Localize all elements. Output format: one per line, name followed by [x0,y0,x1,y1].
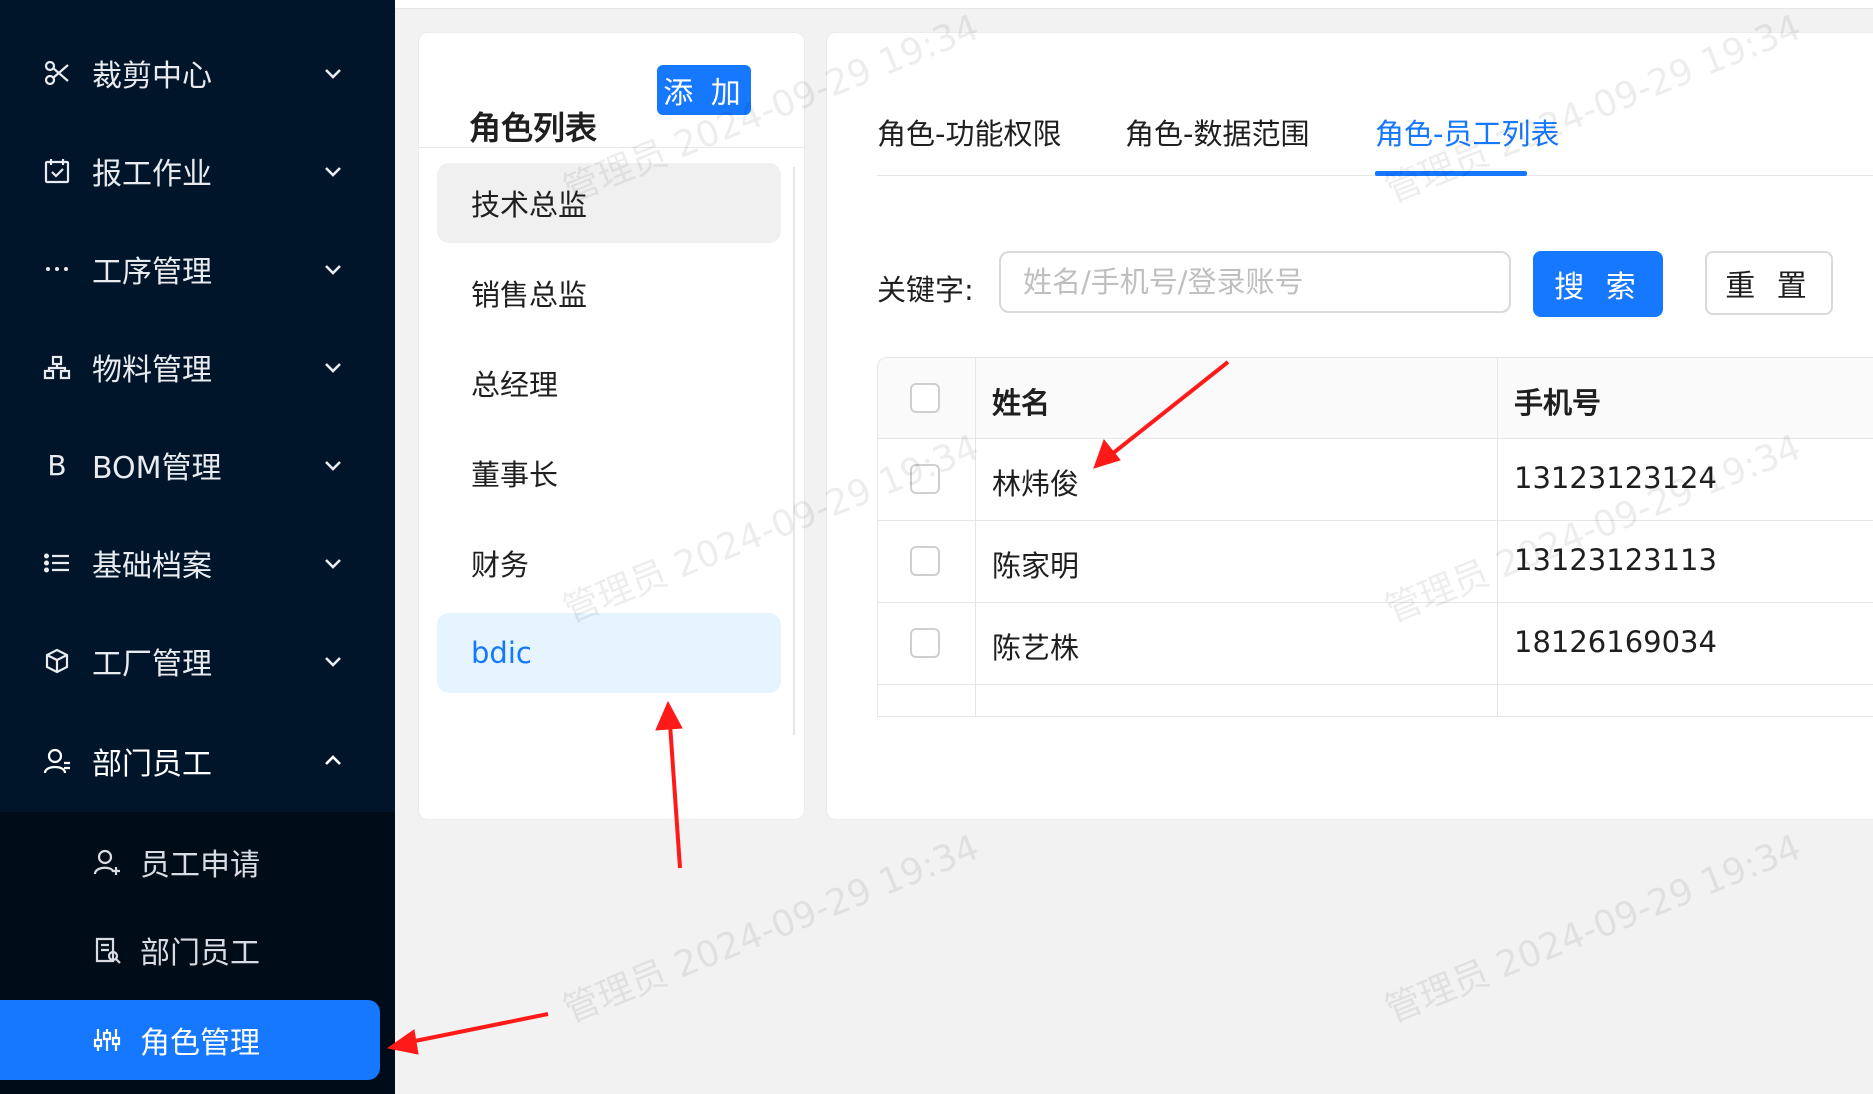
role-list-panel: 角色列表 添 加 技术总监 销售总监 总经理 董事长 财务 bdic [418,32,805,820]
cell-phone: 18126169034 [1514,625,1717,659]
table-row[interactable]: 林炜俊 13123123124 [878,439,1873,521]
scissors-icon [42,58,72,88]
add-role-button[interactable]: 添 加 [657,65,751,115]
role-item-label: 财务 [471,548,530,582]
letter-b-icon: B [47,448,67,482]
sidebar-item-dept-staff[interactable]: 部门员工 [0,712,395,810]
cell-phone: 13123123113 [1514,543,1717,577]
role-item[interactable]: 总经理 [437,343,781,423]
sidebar-subitem-role-management[interactable]: 角色管理 [0,1000,380,1080]
cell-phone: 13123123124 [1514,461,1717,495]
role-item[interactable]: 财务 [437,523,781,603]
column-header-name: 姓名 [992,386,1051,420]
role-item-label: 总经理 [471,368,559,402]
sidebar-item-process[interactable]: 工序管理 [0,220,395,318]
chevron-down-icon [325,363,341,373]
sidebar: 裁剪中心 报工作业 工序管理 物料管理 B BOM管理 基础档案 工厂管理 部门… [0,0,395,1094]
sidebar-item-label: 部门员工 [92,747,212,782]
top-header-strip [395,0,1873,9]
cube-icon [42,646,72,676]
row-checkbox[interactable] [910,464,940,494]
keyword-search-input[interactable] [999,251,1511,313]
watermark: 管理员 2024-09-29 19:34 [1379,827,1807,1032]
role-item-label: bdic [471,636,532,670]
sidebar-subitem-label: 部门员工 [140,936,260,971]
role-detail-panel: 角色-功能权限 角色-数据范围 角色-员工列表 关键字: 搜 索 重 置 姓名 … [826,32,1873,820]
sidebar-item-bom[interactable]: B BOM管理 [0,416,395,514]
role-item-label: 董事长 [471,458,559,492]
calendar-check-icon [42,156,72,186]
table-header: 姓名 手机号 [878,358,1873,439]
contact-card-icon [92,935,122,965]
sidebar-item-work-report[interactable]: 报工作业 [0,122,395,220]
column-divider [975,358,976,716]
chevron-down-icon [325,559,341,569]
sliders-icon [92,1025,122,1055]
user-icon [42,746,72,776]
sidebar-item-label: 报工作业 [92,157,212,192]
sidebar-subitem-label: 角色管理 [140,1026,260,1061]
sidebar-item-label: 基础档案 [92,549,212,584]
cell-name: 陈艺株 [992,631,1080,665]
column-header-phone: 手机号 [1514,386,1602,420]
sidebar-subitem-staff-apply[interactable]: 员工申请 [0,822,395,902]
sidebar-item-cutting-center[interactable]: 裁剪中心 [0,24,395,122]
sidebar-item-label: 裁剪中心 [92,59,212,94]
chevron-down-icon [325,69,341,79]
role-list-scrollbar[interactable] [793,167,795,735]
role-item-label: 技术总监 [471,188,588,222]
cell-name: 陈家明 [992,549,1080,583]
tab-employee-list[interactable]: 角色-员工列表 [1375,111,1559,153]
sidebar-item-base-archive[interactable]: 基础档案 [0,514,395,612]
list-icon [42,548,72,578]
row-checkbox[interactable] [910,628,940,658]
chevron-up-icon [325,755,341,765]
chevron-down-icon [325,265,341,275]
column-divider [1497,358,1498,716]
row-checkbox[interactable] [910,546,940,576]
keyword-label: 关键字: [877,273,974,307]
table-row[interactable]: 陈家明 13123123113 [878,521,1873,603]
chevron-down-icon [325,461,341,471]
sidebar-item-label: 工序管理 [92,255,212,290]
role-list-title: 角色列表 [469,109,598,147]
role-list-divider [419,147,804,148]
sidebar-subitem-dept-staff[interactable]: 部门员工 [0,910,395,990]
role-item[interactable]: 技术总监 [437,163,781,243]
watermark: 管理员 2024-09-29 19:34 [557,827,985,1032]
tab-data-scope[interactable]: 角色-数据范围 [1125,111,1309,153]
employee-table: 姓名 手机号 林炜俊 13123123124 陈家明 13123123113 陈… [877,357,1873,717]
active-tab-indicator [1375,171,1527,176]
search-button[interactable]: 搜 索 [1533,251,1663,317]
role-item[interactable]: 销售总监 [437,253,781,333]
role-item-selected[interactable]: bdic [437,613,781,693]
chevron-down-icon [325,657,341,667]
sidebar-subitem-label: 员工申请 [140,848,260,883]
org-chart-icon [42,352,72,382]
chevron-down-icon [325,167,341,177]
sidebar-item-label: 工厂管理 [92,647,212,682]
sidebar-item-material[interactable]: 物料管理 [0,318,395,416]
ellipsis-icon [42,254,72,284]
reset-button[interactable]: 重 置 [1705,251,1833,315]
sidebar-item-label: BOM管理 [92,451,222,486]
tab-function-permission[interactable]: 角色-功能权限 [877,111,1061,153]
select-all-checkbox[interactable] [910,383,940,413]
sidebar-item-factory[interactable]: 工厂管理 [0,612,395,710]
role-item[interactable]: 董事长 [437,433,781,513]
role-item-label: 销售总监 [471,278,588,312]
table-row[interactable]: 陈艺株 18126169034 [878,603,1873,685]
user-add-icon [92,847,122,877]
arrow-to-menu-line [409,1012,549,1044]
cell-name: 林炜俊 [992,467,1080,501]
sidebar-item-label: 物料管理 [92,353,212,388]
